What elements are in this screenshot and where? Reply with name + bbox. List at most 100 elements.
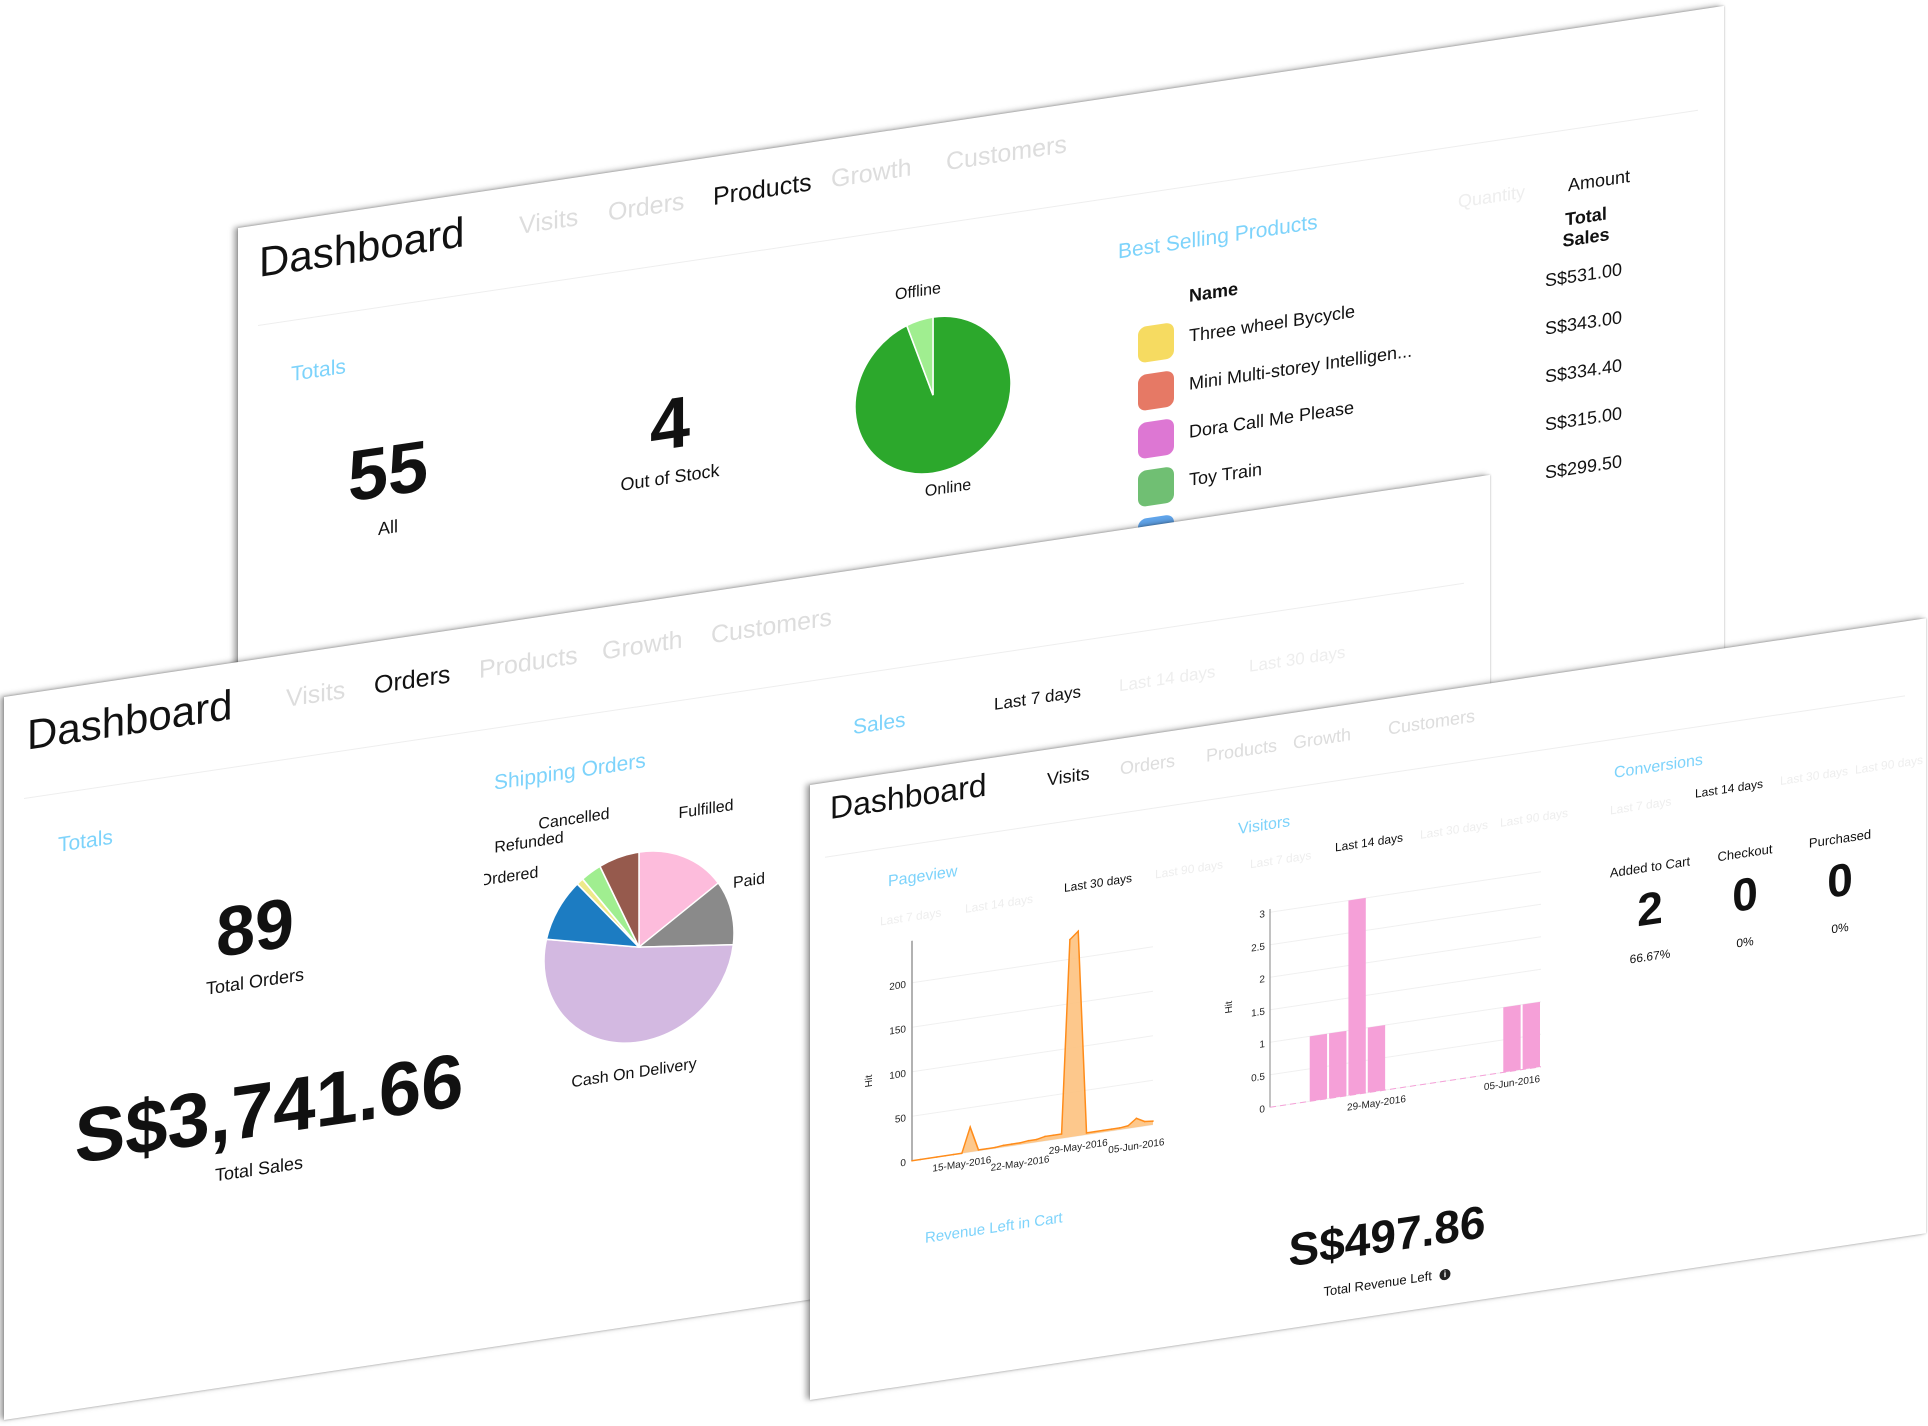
out-of-stock-count: 4 [649, 381, 691, 468]
gridline [912, 946, 1153, 984]
revenue-left-value: S$497.86 [1288, 1195, 1486, 1277]
amount-toggle[interactable]: Amount [1568, 166, 1630, 196]
visitors-heading: Visitors [1238, 813, 1291, 839]
shipping-orders-heading: Shipping Orders [494, 749, 646, 795]
revenue-left-label: Total Revenue Left i [1323, 1265, 1451, 1300]
tab-orders[interactable]: Orders [1120, 750, 1175, 779]
product-name: Three wheel Bycycle [1189, 301, 1356, 346]
tab-visits[interactable]: Visits [519, 203, 578, 241]
pie-label: Fulfilled [678, 796, 733, 822]
visitor-bar [1329, 1030, 1347, 1099]
info-icon[interactable]: i [1439, 1268, 1451, 1281]
parking-garage-toy-icon [1138, 370, 1174, 412]
gridline [912, 990, 1153, 1028]
range-last-30-days[interactable]: Last 30 days [1249, 643, 1345, 677]
gridline [912, 1079, 1153, 1117]
best-selling-heading: Best Selling Products [1118, 210, 1318, 264]
tab-visits[interactable]: Visits [1047, 763, 1090, 790]
y-tick-label: 2 [1259, 974, 1265, 986]
y-tick-label: 50 [895, 1113, 907, 1126]
y-tick-label: 0 [900, 1158, 906, 1170]
conversion-percent: 66.67% [1629, 946, 1671, 967]
product-total-sales: S$315.00 [1545, 403, 1623, 435]
conversion-percent: 0% [1831, 919, 1849, 937]
y-tick-label: 150 [889, 1024, 906, 1037]
tab-growth[interactable]: Growth [831, 153, 912, 194]
product-total-sales: S$334.40 [1545, 355, 1623, 387]
tab-customers[interactable]: Customers [946, 130, 1067, 177]
pageview-heading: Pageview [888, 862, 958, 891]
gridline [1270, 968, 1541, 1011]
gridline [1270, 871, 1541, 913]
x-tick-label: 05-Jun-2016 [1484, 1074, 1541, 1093]
conversions-range-90[interactable]: Last 90 days [1855, 753, 1923, 777]
product-total-sales: S$343.00 [1545, 307, 1623, 339]
tab-orders[interactable]: Orders [374, 660, 450, 700]
pageview-area [912, 931, 1153, 1161]
y-tick-label: 1.5 [1251, 1006, 1265, 1019]
conversion-label: Checkout [1717, 841, 1773, 865]
y-tick-label: 100 [889, 1069, 906, 1082]
totals-heading: Totals [291, 354, 346, 387]
visitors-bar-chart: 0 0.5 1 1.5 2 2.5 3 Hit 29-May-2016 05-Jun-2016 [1224, 871, 1541, 1116]
y-tick-label: 2.5 [1251, 941, 1265, 954]
pie-label: Cash On Delivery [571, 1055, 696, 1092]
quantity-toggle[interactable]: Quantity [1458, 182, 1525, 213]
y-axis-label: Hit [864, 1074, 875, 1088]
tab-products[interactable]: Products [713, 168, 812, 212]
conversions-heading: Conversions [1614, 751, 1703, 782]
pageview-area-chart: 0 50 100 150 200 Hit 15-May-2016 22-May-201629-… [864, 929, 1165, 1175]
all-products-label: All [377, 516, 399, 540]
y-axis-label: Hit [1224, 1000, 1235, 1014]
visitor-bar [1503, 1004, 1521, 1073]
revenue-left-label-text: Total Revenue Left [1323, 1268, 1432, 1300]
conversion-label: Purchased [1808, 826, 1872, 851]
gridline [912, 1035, 1153, 1073]
page-title: Dashboard [27, 680, 233, 759]
product-name: Mini Multi-storey Intelligen... [1189, 340, 1413, 394]
product-total-sales: S$531.00 [1545, 259, 1623, 291]
tab-products[interactable]: Products [479, 641, 578, 685]
conversion-label: Added to Cart [1609, 853, 1691, 881]
totals-heading: Totals [58, 825, 113, 857]
tab-customers[interactable]: Customers [1388, 706, 1475, 740]
conversions-range-7[interactable]: Last 7 days [1610, 794, 1671, 817]
total-sales-column-header: Total Sales [1562, 203, 1610, 252]
product-total-sales: S$299.50 [1545, 451, 1623, 483]
tricycle-icon [1138, 322, 1174, 364]
product-status-pie: Online Offline [854, 279, 1012, 501]
conversion-value: 2 [1637, 880, 1663, 937]
product-name: Dora Call Me Please [1189, 397, 1355, 442]
name-column-header: Name [1189, 278, 1239, 306]
tab-growth[interactable]: Growth [1293, 724, 1351, 754]
range-last-14-days[interactable]: Last 14 days [1119, 662, 1215, 696]
page-title: Dashboard [259, 208, 465, 286]
revenue-left-heading: Revenue Left in Cart [925, 1209, 1063, 1247]
y-tick-label: 3 [1259, 909, 1265, 921]
tab-products[interactable]: Products [1206, 735, 1277, 767]
tab-visits[interactable]: Visits [286, 676, 345, 714]
conversions-range-14[interactable]: Last 14 days [1695, 777, 1763, 801]
total-orders-count: 89 [216, 882, 294, 973]
conversion-percent: 0% [1736, 933, 1754, 951]
product-name: Toy Train [1189, 458, 1263, 490]
y-tick-label: 1 [1259, 1039, 1265, 1051]
pie-label: Offline [895, 279, 941, 304]
visitor-bar [1309, 1033, 1328, 1102]
y-tick-label: 200 [889, 980, 906, 993]
toy-phone-icon [1138, 418, 1174, 460]
gridline [1270, 903, 1541, 946]
range-last-7-days[interactable]: Last 7 days [994, 682, 1081, 715]
tab-growth[interactable]: Growth [602, 626, 683, 667]
visitor-bar [1522, 1001, 1540, 1070]
pie-label: Cancelled [538, 805, 609, 834]
pie-label: Paid [733, 869, 765, 892]
sales-heading: Sales [853, 708, 906, 740]
pageview-line [912, 929, 1154, 1162]
tab-customers[interactable]: Customers [711, 603, 832, 650]
gridline [1270, 936, 1541, 978]
tab-orders[interactable]: Orders [608, 187, 684, 227]
conversions-range-30[interactable]: Last 30 days [1780, 764, 1848, 788]
pie-label: Online [925, 476, 971, 501]
x-tick-label: 29-May-2016 [1049, 1138, 1108, 1158]
